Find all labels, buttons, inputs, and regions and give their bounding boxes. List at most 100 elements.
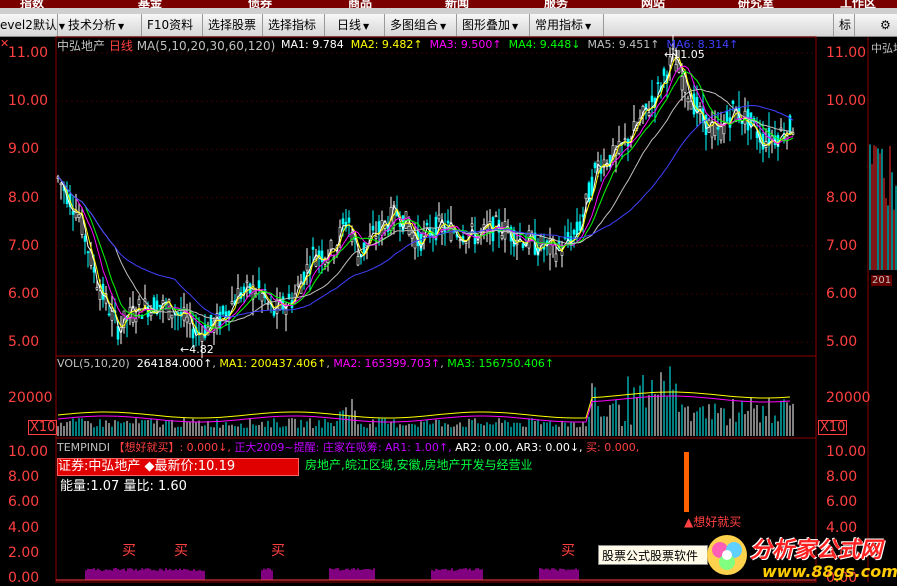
candle-body bbox=[662, 68, 666, 76]
price-tick-right: 11.00 bbox=[826, 45, 867, 61]
candle-body bbox=[77, 214, 81, 218]
candle-body bbox=[242, 286, 246, 294]
candle-body bbox=[500, 235, 504, 239]
ma-line bbox=[57, 70, 794, 330]
price-tick-right: 6.00 bbox=[826, 286, 858, 302]
volume-ma-line bbox=[57, 395, 791, 423]
volume-ma2: MA2: 165399.703↑ bbox=[333, 357, 441, 370]
candle-body bbox=[209, 314, 213, 327]
candle-body bbox=[371, 225, 375, 231]
candle-body bbox=[305, 264, 309, 271]
ma3-value: MA3: 9.500↑ bbox=[429, 38, 502, 51]
low-price-label: ←4.82 bbox=[180, 343, 214, 356]
price-tick-left: 9.00 bbox=[8, 141, 40, 158]
candlestick-series bbox=[56, 34, 795, 359]
candle-body bbox=[560, 251, 564, 256]
stock-price-text: 证券:中弘地产 ◆最新价:10.19 bbox=[58, 459, 236, 474]
ma-line bbox=[57, 104, 794, 318]
candle-body bbox=[71, 211, 75, 215]
candle-body bbox=[725, 110, 729, 122]
candle-body bbox=[170, 314, 174, 319]
indicator-tick-right: 8.00 bbox=[826, 469, 858, 486]
price-tick-right: 10.00 bbox=[826, 93, 867, 110]
mini-date: 201 bbox=[871, 275, 893, 286]
buy-marker: 买 bbox=[122, 543, 136, 559]
ma1-value: MA1: 9.784 bbox=[281, 38, 344, 51]
candle-body bbox=[437, 214, 441, 220]
candle-body bbox=[95, 287, 99, 290]
candle-body bbox=[245, 280, 249, 283]
indicator-name: TEMPINDI bbox=[57, 441, 110, 454]
price-tick-left: 7.00 bbox=[8, 237, 40, 254]
candle-body bbox=[191, 328, 195, 339]
ma4-value: MA4: 9.448↓ bbox=[508, 38, 581, 51]
indicator-tick-left: 8.00 bbox=[8, 469, 40, 486]
candle-body bbox=[713, 122, 717, 136]
indicator-tick-right: 10.00 bbox=[826, 444, 867, 460]
candle-body bbox=[716, 127, 720, 130]
candle-body bbox=[554, 253, 558, 262]
indicator-header: TEMPINDI 【想好就买】: 0.000↓, 正大2009~提醒: 庄家在吸… bbox=[57, 439, 639, 455]
ma-spec: MA(5,10,20,30,60,120) bbox=[136, 39, 276, 53]
candle-body bbox=[230, 301, 234, 305]
candle-body bbox=[185, 316, 189, 323]
chart-canvas bbox=[55, 34, 897, 583]
candle-body bbox=[296, 283, 300, 287]
candle-body bbox=[134, 318, 138, 323]
high-price-label: ←11.05 bbox=[664, 48, 705, 61]
candle-body bbox=[158, 304, 162, 307]
gridlines bbox=[56, 52, 816, 343]
period-label: 日线 bbox=[108, 39, 133, 53]
ad-banner[interactable]: 股票公式股票软件 bbox=[598, 545, 708, 565]
candle-body bbox=[494, 215, 498, 218]
indicator-ar2: AR2: 0.00, bbox=[455, 441, 513, 454]
price-panel-header: 中弘地产 日线 MA(5,10,20,30,60,120) bbox=[57, 37, 275, 54]
candle-body bbox=[59, 182, 63, 186]
candle-body bbox=[341, 218, 345, 225]
buy-marker: 买 bbox=[561, 543, 575, 559]
indicator-ar3: AR3: 0.00↓, bbox=[515, 441, 583, 454]
candle-body bbox=[98, 290, 102, 300]
candle-body bbox=[347, 217, 351, 223]
candle-body bbox=[137, 299, 141, 305]
buy-marker: 买 bbox=[271, 543, 285, 559]
candle-body bbox=[731, 100, 735, 104]
ma-line bbox=[57, 65, 794, 334]
candle-body bbox=[680, 75, 684, 91]
volume-ma1: MA1: 200437.406↑ bbox=[219, 357, 327, 370]
price-tick-right: 7.00 bbox=[826, 237, 858, 254]
candle-body bbox=[320, 250, 324, 263]
candle-body bbox=[200, 333, 204, 342]
candle-body bbox=[374, 236, 378, 239]
candle-body bbox=[584, 193, 588, 200]
side-mini-chart bbox=[869, 144, 897, 270]
candle-body bbox=[575, 221, 579, 235]
price-tick-right: 9.00 bbox=[826, 141, 858, 158]
indicator-tick-left: 4.00 bbox=[8, 519, 40, 536]
volume-tick-left: 20000 bbox=[8, 390, 53, 406]
volume-tick-right: 20000 bbox=[826, 390, 871, 406]
volume-scale-right[interactable]: X10 bbox=[818, 420, 848, 435]
buy-marker: 买 bbox=[174, 543, 188, 559]
candle-body bbox=[593, 162, 597, 169]
ma2-value: MA2: 9.482↑ bbox=[350, 38, 423, 51]
ma-line bbox=[57, 55, 794, 336]
price-tick-left: 5.00 bbox=[8, 334, 40, 351]
volume-value: 264184.000↑ bbox=[136, 357, 213, 370]
candle-body bbox=[470, 223, 474, 227]
volume-spec: VOL(5,10,20) bbox=[57, 357, 130, 370]
candle-body bbox=[311, 246, 315, 250]
stock-price-box: 证券:中弘地产 ◆最新价:10.19 bbox=[57, 458, 299, 476]
indicator-tick-right: 6.00 bbox=[826, 494, 858, 511]
volume-scale-left[interactable]: X10 bbox=[28, 420, 58, 435]
candle-body bbox=[674, 64, 678, 72]
volume-header: VOL(5,10,20) 264184.000↑, MA1: 200437.40… bbox=[57, 357, 555, 370]
candle-body bbox=[356, 256, 360, 266]
price-tick-right: 8.00 bbox=[826, 189, 858, 206]
site-logo[interactable]: 分析家公式网 www.88gs.com bbox=[700, 528, 897, 586]
candle-body bbox=[446, 220, 450, 224]
price-tick-left: 10.00 bbox=[8, 93, 49, 110]
ad-text: 股票公式股票软件 bbox=[602, 549, 699, 563]
price-tick-right: 5.00 bbox=[826, 334, 858, 351]
indicator-buy-value: 【想好就买】: 0.000↓, bbox=[113, 441, 231, 454]
